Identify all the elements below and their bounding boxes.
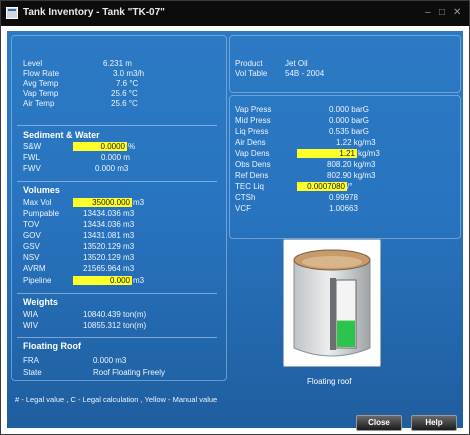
volumes-heading: Volumes <box>23 185 60 195</box>
fwl-label: FWL <box>23 153 40 162</box>
fra-label: FRA <box>23 356 39 365</box>
ctsh-value: 0.99978 <box>329 193 358 202</box>
minimize-icon[interactable]: – <box>425 7 431 18</box>
sw-label: S&W <box>23 142 42 151</box>
fwl-value: 0.000 m <box>101 153 130 162</box>
gsv-label: GSV <box>23 242 40 251</box>
product-label: Product <box>235 59 263 68</box>
fwv-value: 0.000 m3 <box>95 164 129 173</box>
air-dens-label: Air Dens <box>235 138 266 147</box>
air-dens-value: 1.22 kg/m3 <box>336 138 376 147</box>
tec-liq-unit: /° <box>347 182 353 191</box>
window-title: Tank Inventory - Tank "TK-07" <box>23 7 165 18</box>
close-window-icon[interactable]: ✕ <box>453 7 461 18</box>
vap-temp-value: 25.6 °C <box>111 89 138 98</box>
vap-press-label: Vap Press <box>235 105 272 114</box>
floating-roof-heading: Floating Roof <box>23 341 81 351</box>
gov-label: GOV <box>23 231 41 240</box>
avrm-label: AVRM <box>23 264 46 273</box>
product-value: Jet Oil <box>285 59 308 68</box>
vap-press-value: 0.000 barG <box>329 105 370 114</box>
nsv-value: 13520.129 m3 <box>83 253 135 262</box>
state-value: Roof Floating Freely <box>93 368 166 377</box>
ref-dens-label: Ref Dens <box>235 171 269 180</box>
mid-press-label: Mid Press <box>235 116 271 125</box>
divider <box>17 181 217 182</box>
vcf-label: VCF <box>235 204 251 213</box>
avrm-value: 21565.964 m3 <box>83 264 135 273</box>
sw-unit: % <box>128 142 136 151</box>
max-vol-unit: m3 <box>133 198 145 207</box>
vap-temp-label: Vap Temp <box>23 89 59 98</box>
divider <box>17 125 217 126</box>
max-vol-input[interactable]: 35000.000 <box>73 198 132 207</box>
flow-rate-value: 3.0 m3/h <box>113 69 145 78</box>
close-button[interactable]: Close <box>356 415 402 431</box>
tec-liq-input[interactable]: 0.0007080 <box>297 182 347 191</box>
tov-label: TOV <box>23 220 40 229</box>
level-label: Level <box>23 59 43 68</box>
max-vol-label: Max Vol <box>23 198 52 207</box>
wiv-label: WIV <box>23 321 39 330</box>
wia-value: 10840.439 ton(m) <box>83 310 147 319</box>
level-value: 6.231 m <box>103 59 132 68</box>
pipeline-unit: m3 <box>133 276 145 285</box>
client-area: Level 6.231 m Flow Rate 3.0 m3/h Avg Tem… <box>7 31 463 431</box>
air-temp-label: Air Temp <box>23 99 55 108</box>
divider <box>17 293 217 294</box>
avg-temp-value: 7.6 °C <box>116 79 139 88</box>
title-bar[interactable]: Tank Inventory - Tank "TK-07" – □ ✕ <box>1 1 469 26</box>
fra-value: 0.000 m3 <box>93 356 127 365</box>
weights-heading: Weights <box>23 297 58 307</box>
vol-table-value: 54B - 2004 <box>285 69 325 78</box>
vap-dens-label: Vap Dens <box>235 149 270 158</box>
vol-table-label: Vol Table <box>235 69 268 78</box>
vap-dens-input[interactable]: 1.21 <box>297 149 357 158</box>
divider <box>17 337 217 338</box>
vap-dens-unit: kg/m3 <box>358 149 380 158</box>
nsv-label: NSV <box>23 253 40 262</box>
obs-dens-value: 808.20 kg/m3 <box>327 160 376 169</box>
liq-press-label: Liq Press <box>235 127 269 136</box>
ctsh-label: CTSh <box>235 193 256 202</box>
gov-value: 13431.081 m3 <box>83 231 135 240</box>
mid-press-value: 0.000 barG <box>329 116 370 125</box>
fwv-label: FWV <box>23 164 41 173</box>
gsv-value: 13520.129 m3 <box>83 242 135 251</box>
pipeline-label: Pipeline <box>23 276 52 285</box>
tank-graphic-frame <box>283 239 381 367</box>
tec-liq-label: TEC Liq <box>235 182 264 191</box>
maximize-icon[interactable]: □ <box>439 7 445 18</box>
flow-rate-label: Flow Rate <box>23 69 60 78</box>
tank-level-fill <box>337 320 355 347</box>
legend-text: # - Legal value , C - Legal calculation … <box>15 395 218 404</box>
sediment-heading: Sediment & Water <box>23 130 100 140</box>
tov-value: 13434.036 m3 <box>83 220 135 229</box>
state-label: State <box>23 368 42 377</box>
obs-dens-label: Obs Dens <box>235 160 271 169</box>
avg-temp-label: Avg Temp <box>23 79 59 88</box>
tank-inventory-window: Tank Inventory - Tank "TK-07" – □ ✕ Leve… <box>0 0 470 435</box>
sw-input[interactable]: 0.0000 <box>73 142 127 151</box>
tank-caption: Floating roof <box>307 377 352 386</box>
air-temp-value: 25.6 °C <box>111 99 138 108</box>
ref-dens-value: 802.90 kg/m3 <box>327 171 376 180</box>
tank-icon <box>293 249 371 357</box>
wia-label: WIA <box>23 310 39 319</box>
vcf-value: 1.00663 <box>329 204 358 213</box>
help-button[interactable]: Help <box>411 415 457 431</box>
liq-press-value: 0.535 barG <box>329 127 370 136</box>
pumpable-value: 13434.036 m3 <box>83 209 135 218</box>
pipeline-input[interactable]: 0.000 <box>73 276 132 285</box>
wiv-value: 10855.312 ton(m) <box>83 321 147 330</box>
app-icon <box>6 7 18 19</box>
product-panel <box>229 35 461 93</box>
pumpable-label: Pumpable <box>23 209 60 218</box>
